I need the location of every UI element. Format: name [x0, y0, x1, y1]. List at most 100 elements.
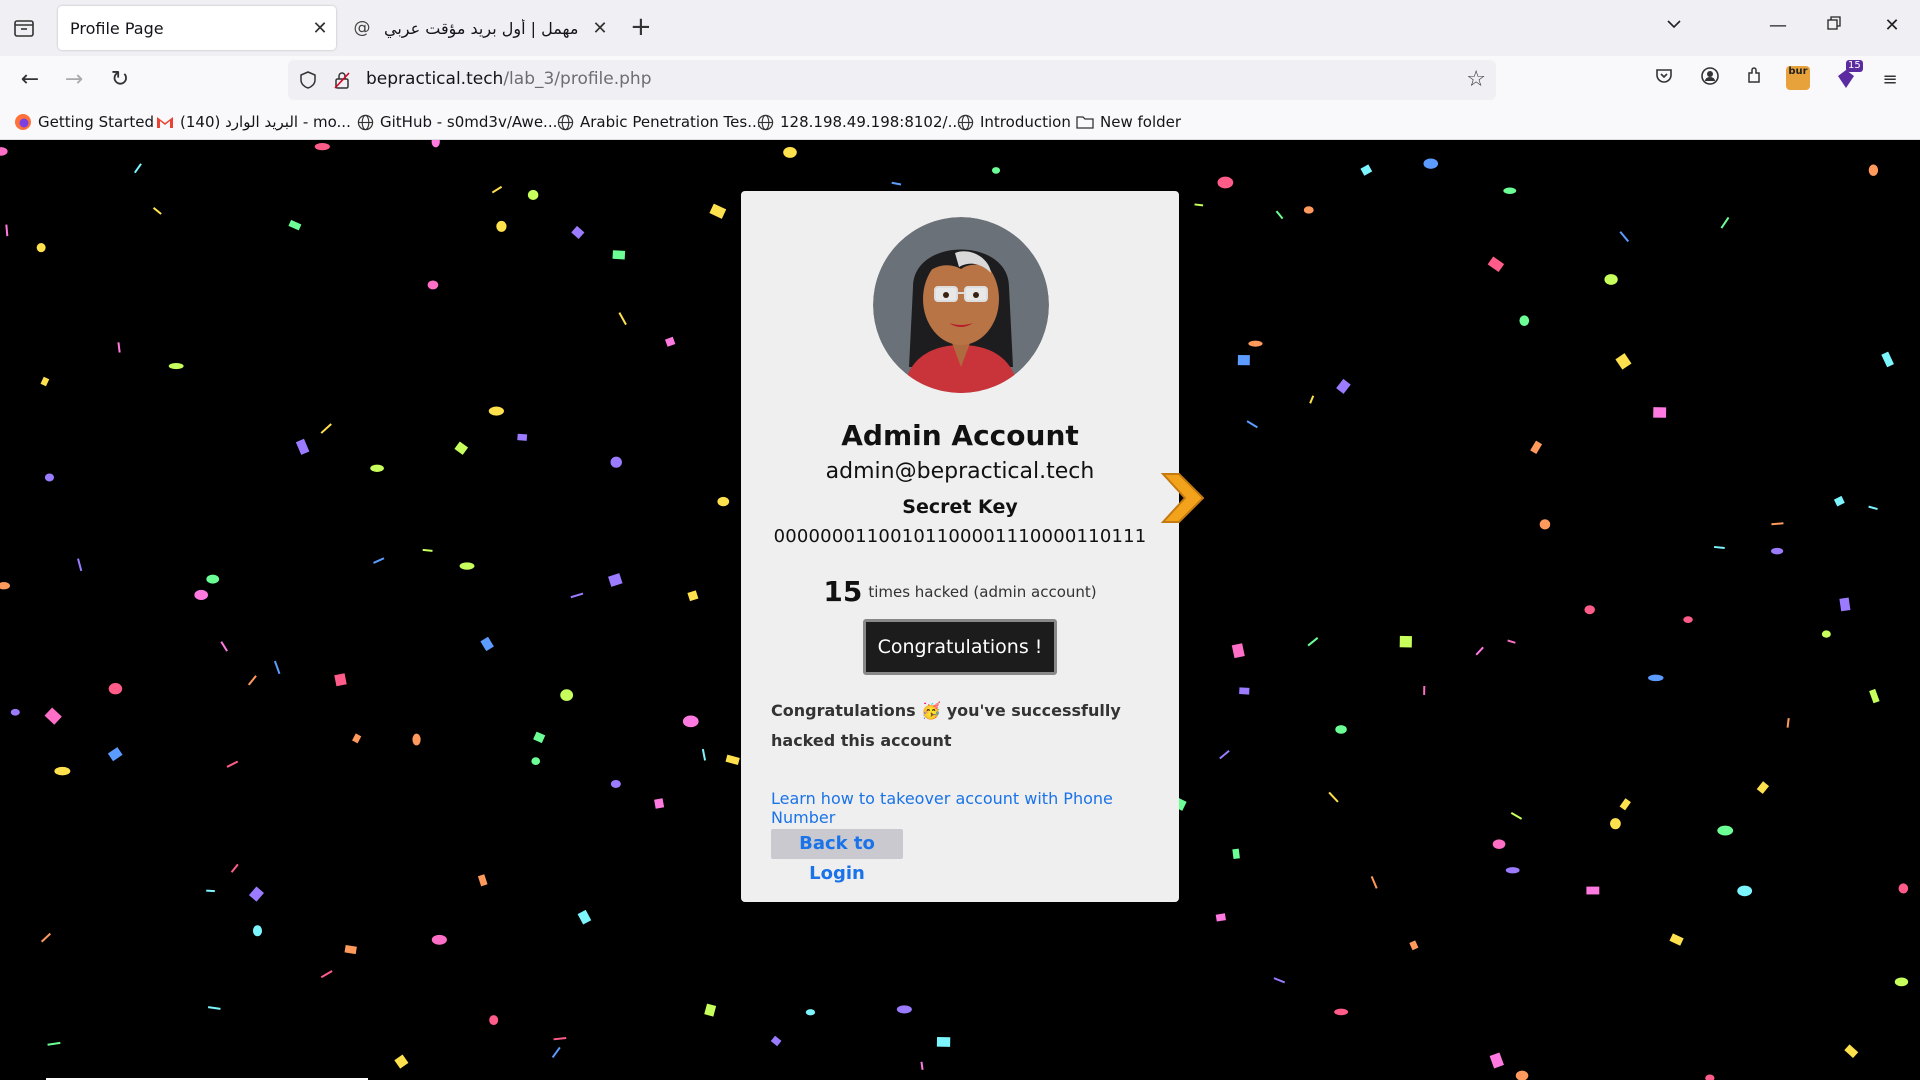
confetti-piece [1821, 630, 1831, 638]
close-tab-icon[interactable]: ✕ [584, 18, 616, 39]
bookmark-ip-address[interactable]: 128.198.49.198:8102/... [756, 113, 962, 131]
close-tab-icon[interactable]: ✕ [304, 18, 336, 39]
confetti-piece [480, 636, 494, 652]
bookmark-github[interactable]: GitHub - s0md3v/Awe... [356, 113, 557, 131]
learn-takeover-link[interactable]: Learn how to takeover account with Phone… [771, 789, 1179, 827]
confetti-piece [427, 280, 439, 290]
globe-icon [756, 113, 774, 131]
bookmark-getting-started[interactable]: Getting Started [14, 113, 154, 131]
bookmark-introduction[interactable]: Introduction [956, 113, 1071, 131]
confetti-piece [1720, 216, 1730, 229]
confetti-piece [207, 1006, 221, 1010]
new-tab-icon[interactable]: + [630, 14, 652, 40]
menu-icon[interactable]: ≡ [1876, 66, 1904, 94]
bookmark-label: Arabic Penetration Tes... [580, 113, 762, 131]
url-host: bepractical.tech [366, 69, 504, 89]
confetti-piece [1519, 315, 1530, 327]
confetti-piece [701, 748, 707, 761]
url-text[interactable]: bepractical.tech/lab_3/profile.php [366, 69, 652, 89]
confetti-piece [1756, 781, 1770, 794]
confetti-piece [1648, 674, 1664, 682]
confetti-piece [1239, 687, 1250, 695]
confetti-piece [1737, 885, 1753, 897]
folder-icon [1076, 113, 1094, 131]
confetti-piece [1705, 1074, 1715, 1080]
congratulations-button[interactable]: Congratulations ! [863, 619, 1057, 675]
confetti-piece [891, 181, 902, 186]
pocket-icon[interactable] [1650, 66, 1678, 94]
bookmark-label: البريد الوارد (140) - mo... [180, 113, 351, 131]
restore-icon[interactable] [1822, 14, 1846, 38]
confetti-piece [1489, 1052, 1504, 1069]
hacked-text: times hacked (admin account) [868, 582, 1097, 601]
bookmark-gmail-inbox[interactable]: البريد الوارد (140) - mo... [156, 113, 351, 131]
confetti-piece [496, 220, 507, 232]
profile-name: Admin Account [841, 419, 1079, 452]
confetti-piece [40, 932, 52, 943]
confetti-piece [570, 592, 584, 599]
tab-temp-mail[interactable]: @ مهمل | أول بريد مؤقت عربي ✕ [344, 6, 616, 50]
confetti-piece [1515, 1070, 1529, 1080]
confetti-piece [805, 1009, 816, 1016]
confetti-piece [194, 589, 209, 600]
insecure-lock-icon[interactable] [332, 70, 352, 94]
confetti-piece [36, 242, 46, 253]
back-to-login-button[interactable]: Back to Login [771, 829, 903, 884]
confetti-piece [527, 189, 539, 201]
account-icon[interactable] [1696, 66, 1724, 94]
confetti-piece [1219, 749, 1230, 760]
confetti-piece [991, 167, 1001, 174]
confetti-piece [1683, 616, 1693, 623]
confetti-piece [320, 970, 333, 979]
foxyproxy-icon[interactable]: 15 [1832, 60, 1863, 94]
profile-email: admin@bepractical.tech [825, 459, 1095, 484]
minimize-icon[interactable]: — [1766, 14, 1790, 38]
confetti-piece [1717, 825, 1734, 836]
bookmark-star-icon[interactable]: ☆ [1466, 69, 1486, 91]
confetti-piece [230, 863, 239, 873]
url-bar[interactable]: bepractical.tech/lab_3/profile.php ☆ [288, 60, 1496, 100]
burp-extension-label: bur [1786, 66, 1810, 90]
confetti-piece [1275, 210, 1284, 220]
reload-icon[interactable]: ↻ [106, 66, 134, 94]
confetti-piece [320, 423, 332, 434]
confetti-piece [1336, 378, 1351, 394]
extensions-icon[interactable] [1740, 66, 1768, 94]
confetti-piece [1713, 545, 1725, 550]
bookmark-new-folder[interactable]: New folder [1076, 113, 1181, 131]
list-all-tabs-icon[interactable] [1662, 14, 1686, 38]
navigation-bar: ← → ↻ bepractical.tech/lab_3/profile.php… [0, 56, 1920, 104]
tab-profile-page[interactable]: Profile Page ✕ [58, 6, 336, 50]
confetti-piece [412, 733, 421, 746]
confetti-piece [206, 889, 215, 893]
at-sign-icon: @ [353, 18, 371, 38]
bookmark-arabic-pentest[interactable]: Arabic Penetration Tes... [556, 113, 762, 131]
confetti-piece [1309, 395, 1315, 404]
extension-badge: 15 [1846, 60, 1863, 72]
back-icon[interactable]: ← [16, 66, 44, 94]
confetti-piece [610, 456, 622, 468]
confetti-piece [553, 1036, 567, 1041]
confetti-piece [654, 798, 665, 809]
confetti-piece [54, 766, 71, 776]
confetti-piece [1898, 883, 1909, 894]
close-window-icon[interactable]: ✕ [1880, 14, 1904, 38]
confetti-piece [1194, 203, 1204, 207]
confetti-piece [1217, 176, 1234, 189]
globe-icon [956, 113, 974, 131]
confetti-piece [491, 185, 503, 194]
shield-icon[interactable] [298, 70, 318, 94]
hacked-count: 15 [823, 575, 863, 608]
confetti-piece [551, 1046, 561, 1058]
confetti-piece [133, 163, 142, 174]
secret-key-label: Secret Key [902, 496, 1018, 518]
confetti-piece [117, 342, 121, 353]
burp-extension-icon[interactable]: bur [1786, 66, 1812, 94]
confetti-piece [288, 219, 302, 231]
confetti-piece [1237, 354, 1250, 366]
tab-list-icon[interactable] [12, 16, 36, 40]
profile-card: Admin Account admin@bepractical.tech Sec… [741, 191, 1179, 902]
forward-icon[interactable]: → [60, 66, 88, 94]
confetti-piece [0, 147, 8, 156]
success-message: Congratulations 🥳 you've successfully ha… [771, 696, 1161, 756]
